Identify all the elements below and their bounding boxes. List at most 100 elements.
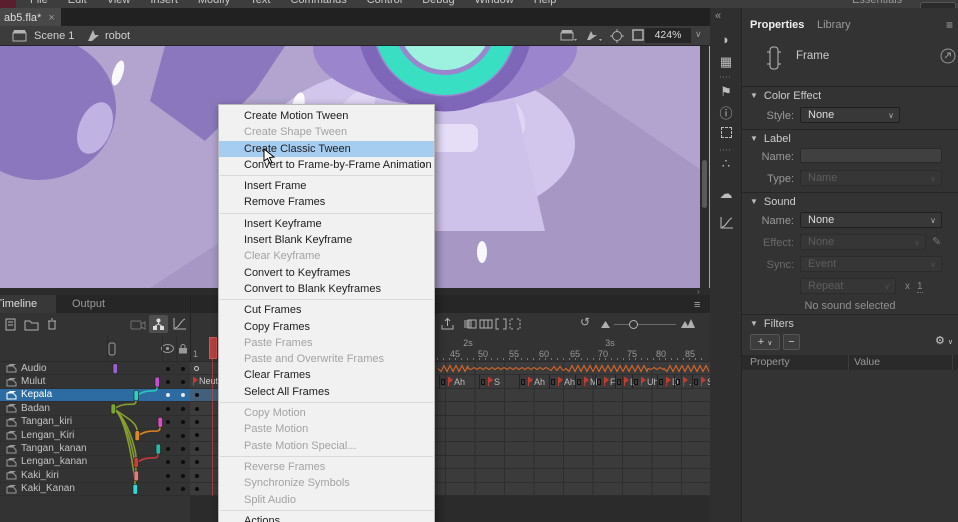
- keyframe-end-marker[interactable]: [481, 379, 485, 385]
- edit-multiple-frames-icon[interactable]: [495, 318, 507, 330]
- menu-item-window[interactable]: Window: [465, 0, 524, 6]
- remove-filter-button[interactable]: −: [783, 334, 800, 350]
- layer-lock-dot[interactable]: [181, 469, 185, 482]
- menu-item-commands[interactable]: Commands: [280, 0, 356, 6]
- lock-column-icon[interactable]: [178, 343, 188, 354]
- layer-lock-dot[interactable]: [181, 416, 185, 429]
- layer-visibility-dot[interactable]: [166, 389, 170, 402]
- menu-item-edit[interactable]: Edit: [58, 0, 97, 6]
- breadcrumb-scene[interactable]: Scene 1: [34, 30, 74, 42]
- stage-vertical-scrollbar-thumb[interactable]: [702, 160, 707, 208]
- layer-row-kaki-kanan[interactable]: Kaki_Kanan: [0, 483, 190, 496]
- zoom-out-frames-icon[interactable]: [601, 321, 610, 328]
- center-frame-icon[interactable]: [610, 29, 624, 43]
- keyframe-end-marker[interactable]: [694, 379, 698, 385]
- section-sound[interactable]: ▼Sound: [750, 196, 796, 208]
- section-color-effect[interactable]: ▼Color Effect: [750, 90, 821, 102]
- section-label[interactable]: ▼Label: [750, 133, 791, 145]
- layer-visibility-dot[interactable]: [166, 456, 170, 469]
- layer-lock-dot[interactable]: [181, 362, 185, 375]
- context-menu-item-insert-keyframe[interactable]: Insert Keyframe: [219, 216, 434, 232]
- keyframe-end-marker[interactable]: [617, 379, 621, 385]
- mouth-keyframe-labels[interactable]: AhSAhAhMFLUhD..S: [437, 375, 710, 388]
- frame-cell-mulut[interactable]: Neutral: [190, 375, 218, 388]
- tab-properties[interactable]: Properties: [750, 16, 804, 34]
- align-panel-icon[interactable]: ⚑: [718, 84, 734, 100]
- menu-item-modify[interactable]: Modify: [188, 0, 240, 6]
- keyframe-flag-icon[interactable]: [683, 377, 684, 386]
- menu-item-control[interactable]: Control: [357, 0, 412, 6]
- add-filter-button[interactable]: + ∨: [750, 334, 780, 350]
- context-menu-item-actions[interactable]: Actions: [219, 513, 434, 522]
- keyframe-flag-icon[interactable]: [488, 377, 489, 386]
- tab-timeline[interactable]: Timeline: [0, 295, 56, 313]
- layer-row-lengan-kanan[interactable]: Lengan_kanan: [0, 456, 190, 469]
- sound-name-dropdown[interactable]: None ∨: [800, 212, 942, 228]
- particles-panel-icon[interactable]: ∴: [718, 156, 734, 172]
- context-menu-item-select-all-frames[interactable]: Select All Frames: [219, 384, 434, 400]
- keyframe-end-marker[interactable]: [597, 379, 601, 385]
- layer-row-mulut[interactable]: Mulut: [0, 375, 190, 388]
- frame-zoom-slider-track[interactable]: [614, 324, 676, 325]
- keyframe-flag-icon[interactable]: [666, 377, 667, 386]
- keyframe-flag-icon[interactable]: [558, 377, 559, 386]
- layer-row-tangan-kiri[interactable]: Tangan_kiri: [0, 416, 190, 429]
- keyframe-flag-icon[interactable]: [604, 377, 605, 386]
- collapse-panels-icon[interactable]: «: [715, 10, 721, 22]
- cc-libraries-panel-icon[interactable]: ☁: [718, 186, 734, 202]
- menu-item-debug[interactable]: Debug: [412, 0, 464, 6]
- keyframe-end-marker[interactable]: [634, 379, 638, 385]
- modify-markers-icon[interactable]: [509, 318, 521, 330]
- layer-visibility-dot[interactable]: [166, 402, 170, 415]
- layer-visibility-dot[interactable]: [166, 375, 170, 388]
- layer-row-tangan-kanan[interactable]: Tangan_kanan: [0, 442, 190, 455]
- layer-row-kaki-kiri[interactable]: Kaki_kiri: [0, 469, 190, 482]
- context-menu-item-clear-frames[interactable]: Clear Frames: [219, 367, 434, 383]
- frame-cell-kaki-kanan[interactable]: [190, 483, 218, 496]
- menu-item-file[interactable]: File: [20, 0, 58, 6]
- edit-sound-pencil-icon[interactable]: ✎: [932, 235, 941, 248]
- keyframe-flag-icon[interactable]: [701, 377, 702, 386]
- layer-row-badan[interactable]: Badan: [0, 402, 190, 415]
- delete-layer-icon[interactable]: [46, 317, 58, 331]
- filter-options-gear-icon[interactable]: ⚙ ∨: [930, 334, 958, 350]
- layer-lock-dot[interactable]: [181, 429, 185, 442]
- keyframe-flag-icon[interactable]: [528, 377, 529, 386]
- keyframe-end-marker[interactable]: [659, 379, 663, 385]
- close-icon[interactable]: ×: [48, 12, 54, 24]
- keyframe-end-marker[interactable]: [551, 379, 555, 385]
- easing-graph-icon[interactable]: [172, 317, 187, 331]
- playhead[interactable]: [209, 337, 217, 359]
- history-panel-icon[interactable]: [718, 216, 734, 232]
- keyframe-flag-icon[interactable]: [624, 377, 625, 386]
- label-name-input[interactable]: [800, 148, 942, 163]
- frame-cell-lengan-kanan[interactable]: [190, 456, 218, 469]
- frame-cell-kepala[interactable]: [190, 389, 218, 402]
- tab-library[interactable]: Library: [817, 16, 851, 34]
- frame-zoom-slider-handle[interactable]: [629, 320, 638, 329]
- keyframe-end-marker[interactable]: [521, 379, 525, 385]
- frame-cell-tangan-kanan[interactable]: [190, 442, 218, 455]
- layer-visibility-dot[interactable]: [166, 362, 170, 375]
- onion-skin-outlines-icon[interactable]: [479, 318, 493, 330]
- workspace-switcher[interactable]: Essentials: [852, 0, 902, 6]
- context-menu-item-insert-blank-keyframe[interactable]: Insert Blank Keyframe: [219, 232, 434, 248]
- color-panel-icon[interactable]: ◗: [718, 32, 734, 48]
- menu-item-text[interactable]: Text: [240, 0, 280, 6]
- context-menu-item-copy-frames[interactable]: Copy Frames: [219, 319, 434, 335]
- layer-visibility-dot[interactable]: [166, 469, 170, 482]
- clip-content-icon[interactable]: [632, 29, 644, 41]
- frame-cell-badan[interactable]: [190, 402, 218, 415]
- context-menu-item-remove-frames[interactable]: Remove Frames: [219, 194, 434, 210]
- publish-frames-icon[interactable]: [440, 317, 455, 331]
- layer-visibility-dot[interactable]: [166, 483, 170, 496]
- loop-playback-icon[interactable]: ↺: [580, 315, 590, 329]
- layer-lock-dot[interactable]: [181, 375, 185, 388]
- context-menu-item-insert-frame[interactable]: Insert Frame: [219, 178, 434, 194]
- layer-lock-dot[interactable]: [181, 483, 185, 496]
- new-layer-icon[interactable]: [4, 318, 18, 331]
- keyframe-end-marker[interactable]: [441, 379, 445, 385]
- swatches-panel-icon[interactable]: ▦: [718, 54, 734, 70]
- circular-arrow-icon[interactable]: [940, 48, 956, 64]
- layer-row-audio[interactable]: Audio: [0, 362, 190, 375]
